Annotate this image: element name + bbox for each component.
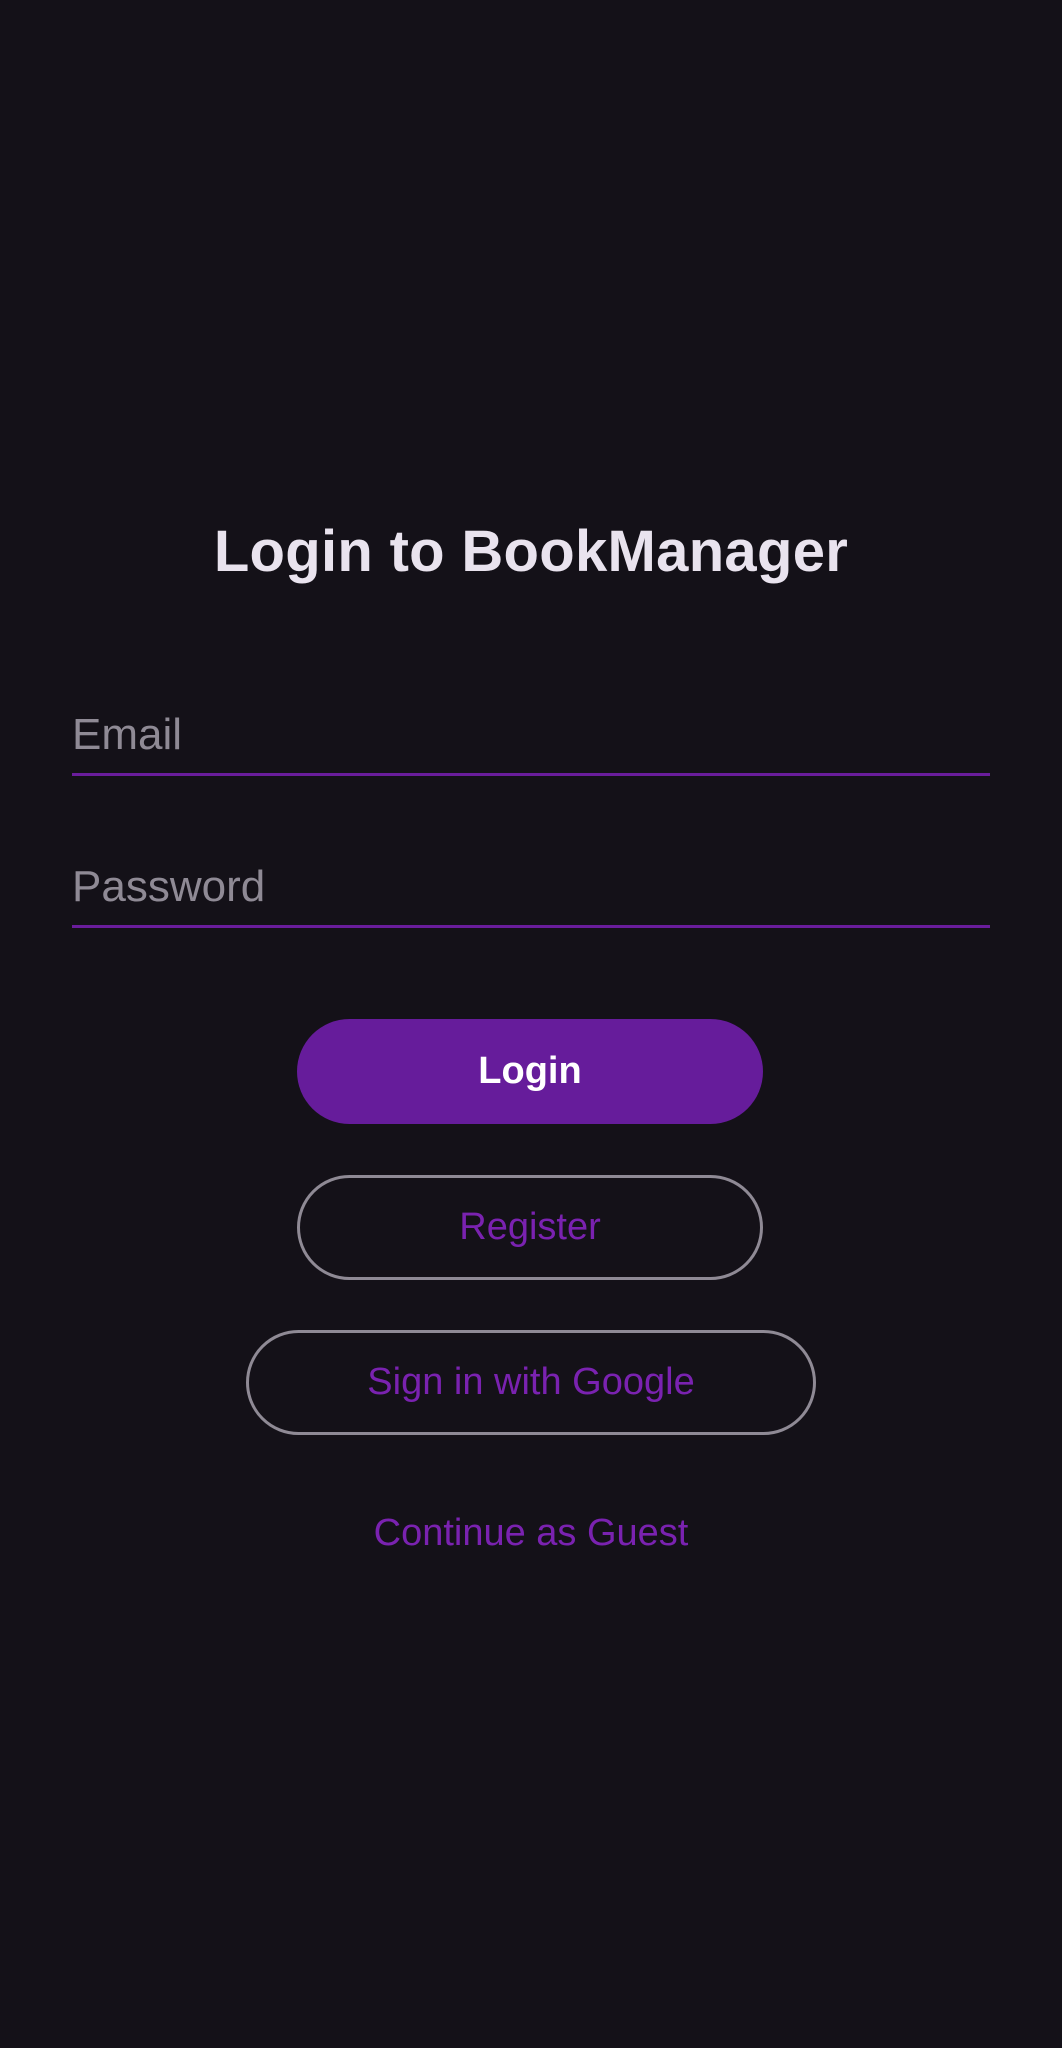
password-field-container	[72, 857, 990, 928]
login-screen: Login to BookManager Login Register Sign…	[0, 0, 1062, 2048]
password-field[interactable]	[72, 857, 990, 917]
login-button-label: Login	[478, 1050, 582, 1092]
continue-as-guest-link[interactable]: Continue as Guest	[0, 1512, 1062, 1555]
register-button[interactable]: Register	[297, 1175, 763, 1280]
email-field-container	[72, 705, 990, 776]
page-title: Login to BookManager	[213, 519, 849, 584]
google-sign-in-button-label: Sign in with Google	[367, 1361, 695, 1403]
email-field[interactable]	[72, 705, 990, 765]
google-sign-in-button[interactable]: Sign in with Google	[246, 1330, 816, 1435]
register-button-label: Register	[459, 1206, 601, 1248]
login-button[interactable]: Login	[297, 1019, 763, 1124]
